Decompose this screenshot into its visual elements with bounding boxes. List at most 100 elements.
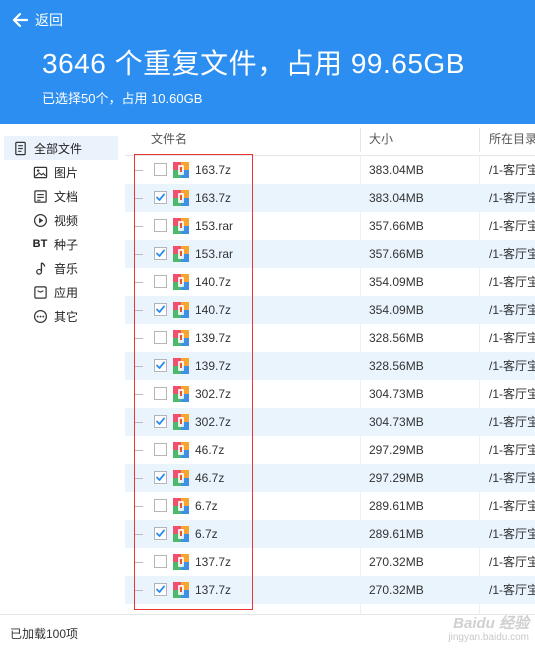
file-size: 383.04MB bbox=[369, 163, 424, 177]
status-bar: 已加载100项 Baidu 经验 jingyan.baidu.com bbox=[0, 614, 535, 651]
table-row[interactable]: 6.7z 289.61MB/1-客厅宝 bbox=[125, 492, 535, 520]
table-row[interactable]: 6.7z 289.61MB/1-客厅宝 bbox=[125, 520, 535, 548]
tree-connector bbox=[135, 226, 143, 227]
table-row[interactable]: 46.7z 297.29MB/1-客厅宝 bbox=[125, 464, 535, 492]
file-size: 354.09MB bbox=[369, 303, 424, 317]
archive-file-icon bbox=[173, 218, 189, 234]
file-name: 163.7z bbox=[195, 163, 232, 177]
file-size: 328.56MB bbox=[369, 359, 424, 373]
table-row[interactable]: 137.7z 270.32MB/1-客厅宝 bbox=[125, 576, 535, 604]
sidebar-item-music[interactable]: 音乐 bbox=[0, 256, 119, 280]
row-checkbox[interactable] bbox=[154, 191, 167, 204]
column-header-path[interactable]: 所在目录 bbox=[489, 124, 535, 155]
archive-file-icon bbox=[173, 442, 189, 458]
back-button[interactable]: 返回 bbox=[12, 10, 63, 30]
table-row[interactable]: 163.7z 383.04MB/1-客厅宝 bbox=[125, 184, 535, 212]
archive-file-icon bbox=[173, 162, 189, 178]
file-size: 297.29MB bbox=[369, 443, 424, 457]
row-checkbox[interactable] bbox=[154, 275, 167, 288]
table-row[interactable]: 140.7z 354.09MB/1-客厅宝 bbox=[125, 296, 535, 324]
file-path: /1-客厅宝 bbox=[489, 331, 535, 345]
table-row[interactable]: 46.7z 297.29MB/1-客厅宝 bbox=[125, 436, 535, 464]
file-name: 137.7z bbox=[195, 583, 232, 597]
tree-connector bbox=[135, 534, 143, 535]
tree-connector bbox=[135, 310, 143, 311]
file-name: 153.rar bbox=[195, 219, 234, 233]
archive-file-icon bbox=[173, 554, 189, 570]
archive-file-icon bbox=[173, 386, 189, 402]
file-path: /1-客厅宝 bbox=[489, 415, 535, 429]
file-list-icon bbox=[12, 140, 28, 156]
sidebar-item-videos[interactable]: 视频 bbox=[0, 208, 119, 232]
file-name: 302.7z bbox=[195, 415, 232, 429]
tree-connector bbox=[135, 394, 143, 395]
file-path: /1-客厅宝 bbox=[489, 163, 535, 177]
archive-file-icon bbox=[173, 470, 189, 486]
table-row[interactable]: 302.7z 304.73MB/1-客厅宝 bbox=[125, 380, 535, 408]
file-path: /1-客厅宝 bbox=[489, 303, 535, 317]
file-name: 153.rar bbox=[195, 247, 234, 261]
sidebar-item-label: 种子 bbox=[54, 237, 79, 252]
file-size: 297.29MB bbox=[369, 471, 424, 485]
sidebar-item-documents[interactable]: 文档 bbox=[0, 184, 119, 208]
column-divider[interactable] bbox=[360, 128, 361, 152]
more-icon bbox=[32, 308, 48, 324]
sidebar-item-others[interactable]: 其它 bbox=[0, 304, 119, 328]
back-label: 返回 bbox=[35, 12, 63, 28]
row-checkbox[interactable] bbox=[154, 387, 167, 400]
column-header-size[interactable]: 大小 bbox=[369, 124, 393, 155]
table-row[interactable]: 153.rar 357.66MB/1-客厅宝 bbox=[125, 240, 535, 268]
arrow-left-icon bbox=[12, 12, 28, 28]
row-checkbox[interactable] bbox=[154, 415, 167, 428]
row-checkbox[interactable] bbox=[154, 247, 167, 260]
column-divider[interactable] bbox=[479, 128, 480, 152]
table-row[interactable]: 302.7z 304.73MB/1-客厅宝 bbox=[125, 408, 535, 436]
sidebar-item-apps[interactable]: 应用 bbox=[0, 280, 119, 304]
watermark-logo: Baidu 经验 bbox=[453, 615, 529, 632]
tree-connector bbox=[135, 478, 143, 479]
file-path: /1-客厅宝 bbox=[489, 275, 535, 289]
tree-connector bbox=[135, 590, 143, 591]
music-note-icon bbox=[32, 260, 48, 276]
archive-file-icon bbox=[173, 498, 189, 514]
row-checkbox[interactable] bbox=[154, 471, 167, 484]
tree-connector bbox=[135, 562, 143, 563]
document-icon bbox=[32, 188, 48, 204]
table-row[interactable]: 137.7z 270.32MB/1-客厅宝 bbox=[125, 548, 535, 576]
sidebar-item-label: 音乐 bbox=[54, 261, 79, 276]
table-row[interactable]: 163.7z 383.04MB/1-客厅宝 bbox=[125, 156, 535, 184]
tree-connector bbox=[135, 422, 143, 423]
row-checkbox[interactable] bbox=[154, 163, 167, 176]
sidebar-item-all-files[interactable]: 全部文件 bbox=[4, 136, 118, 160]
sidebar-item-torrents[interactable]: BT 种子 bbox=[0, 232, 119, 256]
table-row[interactable]: 140.7z 354.09MB/1-客厅宝 bbox=[125, 268, 535, 296]
row-checkbox[interactable] bbox=[154, 331, 167, 344]
loaded-count-status: 已加载100项 bbox=[10, 627, 79, 641]
sidebar-item-pictures[interactable]: 图片 bbox=[0, 160, 119, 184]
file-size: 328.56MB bbox=[369, 331, 424, 345]
row-checkbox[interactable] bbox=[154, 527, 167, 540]
row-checkbox[interactable] bbox=[154, 555, 167, 568]
file-size: 383.04MB bbox=[369, 191, 424, 205]
row-checkbox[interactable] bbox=[154, 443, 167, 456]
checkmark-icon bbox=[156, 585, 165, 593]
table-row[interactable]: 139.7z 328.56MB/1-客厅宝 bbox=[125, 352, 535, 380]
file-path: /1-客厅宝 bbox=[489, 555, 535, 569]
file-name: 137.7z bbox=[195, 555, 232, 569]
sidebar-item-label: 全部文件 bbox=[34, 141, 83, 156]
row-checkbox[interactable] bbox=[154, 219, 167, 232]
row-checkbox[interactable] bbox=[154, 359, 167, 372]
file-size: 304.73MB bbox=[369, 415, 424, 429]
file-size: 304.73MB bbox=[369, 387, 424, 401]
row-checkbox[interactable] bbox=[154, 303, 167, 316]
sidebar-item-label: 其它 bbox=[54, 309, 79, 324]
row-checkbox[interactable] bbox=[154, 583, 167, 596]
row-checkbox[interactable] bbox=[154, 499, 167, 512]
picture-icon bbox=[32, 164, 48, 180]
table-row[interactable]: 153.rar 357.66MB/1-客厅宝 bbox=[125, 212, 535, 240]
column-header-name[interactable]: 文件名 bbox=[151, 124, 187, 155]
table-row[interactable]: 139.7z 328.56MB/1-客厅宝 bbox=[125, 324, 535, 352]
file-path: /1-客厅宝 bbox=[489, 247, 535, 261]
file-name: 139.7z bbox=[195, 359, 232, 373]
archive-file-icon bbox=[173, 582, 189, 598]
